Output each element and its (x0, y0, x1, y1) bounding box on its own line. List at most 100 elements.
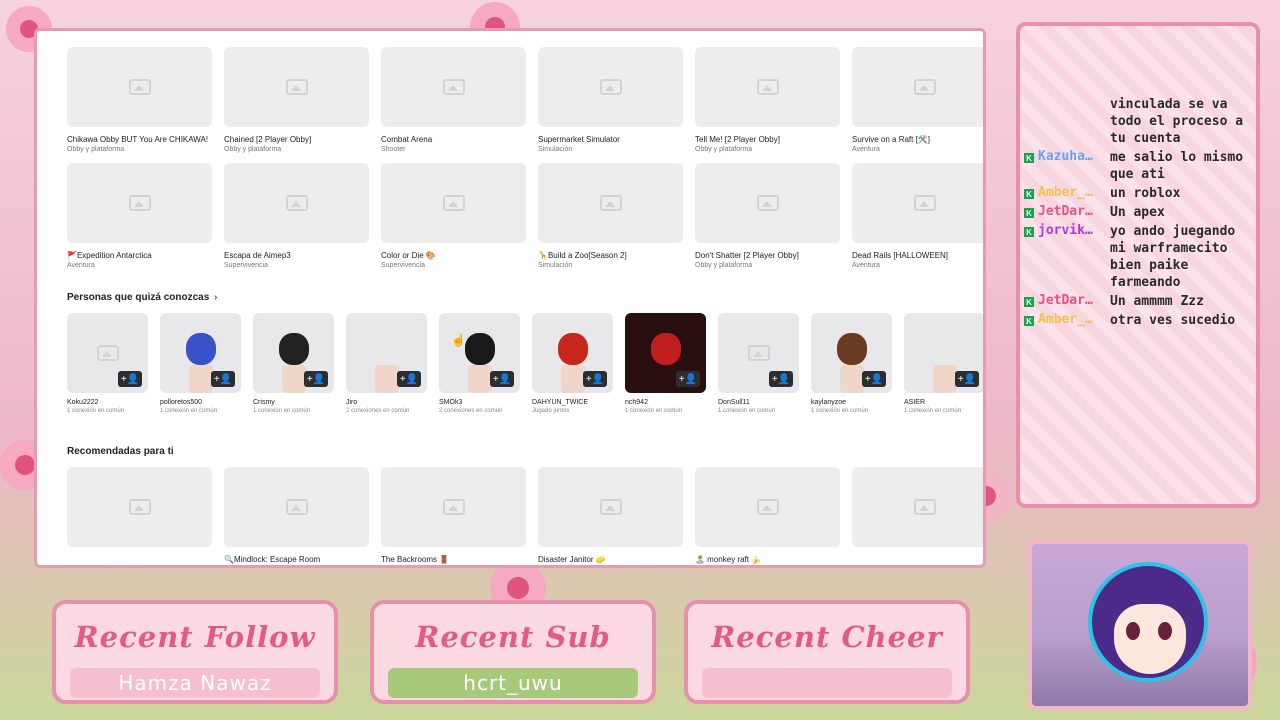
game-card[interactable]: 🏝️ monkey raft 🍌 (695, 467, 840, 565)
friend-name[interactable]: nch942 (625, 399, 706, 406)
friend-suggestion-card[interactable]: +👤 Jiro 2 conexiones en común (346, 313, 427, 414)
game-thumbnail[interactable] (852, 467, 983, 547)
game-card[interactable] (67, 467, 212, 565)
people-you-may-know-heading[interactable]: Personas que quizá conozcas › (67, 292, 217, 303)
game-card[interactable]: Chikawa Obby BUT You Are CHIKAWA! Obby y … (67, 47, 212, 153)
game-card[interactable]: Chained [2 Player Obby] Obby y plataforma (224, 47, 369, 153)
game-card[interactable]: 🔍Mindlock: Escape Room (224, 467, 369, 565)
friend-name[interactable]: Jiro (346, 399, 427, 406)
game-thumbnail[interactable] (695, 467, 840, 547)
game-title[interactable]: 🚩Expedition Antarctica (67, 251, 212, 260)
friend-suggestion-card[interactable]: +👤 Crismy 1 conexión en común (253, 313, 334, 414)
image-placeholder-icon (128, 79, 151, 95)
add-friend-button[interactable]: +👤 (769, 371, 793, 387)
game-title[interactable]: Combat Arena (381, 135, 526, 144)
game-card[interactable]: Tell Me! [2 Player Obby] Obby y plataform… (695, 47, 840, 153)
friend-name[interactable]: polloretos500 (160, 399, 241, 406)
friend-suggestion-card[interactable]: +👤 DonSull11 1 conexión en común (718, 313, 799, 414)
avatar[interactable]: +👤 (253, 313, 334, 393)
game-card[interactable]: Dead Rails [HALLOWEEN] Aventura (852, 163, 983, 269)
add-friend-button[interactable]: +👤 (955, 371, 979, 387)
game-title[interactable]: Survive on a Raft [🛠️] (852, 135, 983, 144)
game-card[interactable]: Don't Shatter [2 Player Obby] Obby y plat… (695, 163, 840, 269)
game-thumbnail[interactable] (224, 467, 369, 547)
game-thumbnail[interactable] (224, 47, 369, 127)
avatar[interactable]: +👤 (67, 313, 148, 393)
game-thumbnail[interactable] (67, 47, 212, 127)
game-thumbnail[interactable] (67, 163, 212, 243)
avatar[interactable]: +👤 (346, 313, 427, 393)
add-friend-button[interactable]: +👤 (211, 371, 235, 387)
friend-suggestion-card[interactable]: +👤 polloretos500 1 conexión en común (160, 313, 241, 414)
game-thumbnail[interactable] (381, 163, 526, 243)
game-title[interactable]: 🦒Build a Zoo[Season 2] (538, 251, 683, 260)
game-card[interactable]: Escapa de Aimep3 Supervivencia (224, 163, 369, 269)
game-thumbnail[interactable] (67, 467, 212, 547)
friend-name[interactable]: Koku2222 (67, 399, 148, 406)
game-title[interactable]: Supermarket Simulator (538, 135, 683, 144)
game-title[interactable]: Disaster Janitor 🧽 (538, 555, 683, 564)
game-title[interactable]: 🏝️ monkey raft 🍌 (695, 555, 840, 564)
game-thumbnail[interactable] (695, 47, 840, 127)
game-thumbnail[interactable] (852, 163, 983, 243)
game-card[interactable]: Color or Die 🎨 Supervivencia (381, 163, 526, 269)
game-thumbnail[interactable] (538, 467, 683, 547)
game-title[interactable]: Chikawa Obby BUT You Are CHIKAWA! (67, 135, 212, 144)
avatar[interactable]: +👤 (811, 313, 892, 393)
game-card[interactable]: Combat Arena Shooter (381, 47, 526, 153)
game-card[interactable]: 🦒Build a Zoo[Season 2] Simulación (538, 163, 683, 269)
friend-suggestion-card[interactable]: +👤 SMOk3 2 conexiones en común (439, 313, 520, 414)
game-thumbnail[interactable] (381, 47, 526, 127)
game-thumbnail[interactable] (695, 163, 840, 243)
game-thumbnail[interactable] (538, 47, 683, 127)
friend-mutual-info: 1 conexión en común (160, 408, 218, 414)
game-title[interactable]: Chained [2 Player Obby] (224, 135, 369, 144)
game-title[interactable]: Don't Shatter [2 Player Obby] (695, 251, 840, 260)
game-card[interactable]: Survive on a Raft [🛠️] Aventura (852, 47, 983, 153)
game-title[interactable]: Color or Die 🎨 (381, 251, 526, 260)
avatar[interactable]: +👤 (439, 313, 520, 393)
game-card[interactable] (852, 467, 983, 565)
friend-suggestion-card[interactable]: +👤 ASIER 1 conexión en común (904, 313, 983, 414)
friend-suggestion-card[interactable]: +👤 Koku2222 1 conexión en común (67, 313, 148, 414)
game-thumbnail[interactable] (538, 163, 683, 243)
game-thumbnail[interactable] (224, 163, 369, 243)
game-thumbnail[interactable] (852, 47, 983, 127)
add-friend-button[interactable]: +👤 (862, 371, 886, 387)
friend-suggestion-card[interactable]: +👤 nch942 1 conexión en común (625, 313, 706, 414)
add-friend-button[interactable]: +👤 (397, 371, 421, 387)
add-friend-button[interactable]: +👤 (118, 371, 142, 387)
game-card[interactable]: The Backrooms 🚪 (381, 467, 526, 565)
game-thumbnail[interactable] (381, 467, 526, 547)
recent-follow-value: Hamza Nawaz (70, 668, 320, 698)
add-friend-button[interactable]: +👤 (583, 371, 607, 387)
friend-name[interactable]: DonSull11 (718, 399, 799, 406)
avatar[interactable]: +👤 (904, 313, 983, 393)
friend-suggestion-card[interactable]: +👤 kaylanyzoe 1 conexión en común (811, 313, 892, 414)
game-card[interactable]: 🚩Expedition Antarctica Aventura (67, 163, 212, 269)
game-title[interactable]: Dead Rails [HALLOWEEN] (852, 251, 983, 260)
avatar[interactable]: +👤 (625, 313, 706, 393)
avatar[interactable]: +👤 (718, 313, 799, 393)
friend-name[interactable]: ASIER (904, 399, 983, 406)
friend-suggestion-card[interactable]: +👤 DAHYUN_TWICE Jugado juntos (532, 313, 613, 414)
game-title[interactable]: Tell Me! [2 Player Obby] (695, 135, 840, 144)
chat-text: Un apex (1110, 205, 1165, 220)
game-title[interactable]: The Backrooms 🚪 (381, 555, 526, 564)
friend-name[interactable]: DAHYUN_TWICE (532, 399, 613, 406)
friend-name[interactable]: SMOk3 (439, 399, 520, 406)
chat-username: JetDar… (1038, 204, 1093, 219)
avatar[interactable]: +👤 (160, 313, 241, 393)
chat-username: Kazuha… (1038, 149, 1093, 164)
add-friend-button[interactable]: +👤 (676, 371, 700, 387)
game-card[interactable]: Supermarket Simulator Simulación (538, 47, 683, 153)
game-title[interactable]: Escapa de Aimep3 (224, 251, 369, 260)
friend-name[interactable]: kaylanyzoe (811, 399, 892, 406)
add-friend-button[interactable]: +👤 (304, 371, 328, 387)
game-title[interactable]: 🔍Mindlock: Escape Room (224, 555, 369, 564)
game-card[interactable]: Disaster Janitor 🧽 (538, 467, 683, 565)
friend-name[interactable]: Crismy (253, 399, 334, 406)
chat-text: Un ammmm Zzz (1110, 294, 1204, 309)
add-friend-button[interactable]: +👤 (490, 371, 514, 387)
avatar[interactable]: +👤 (532, 313, 613, 393)
